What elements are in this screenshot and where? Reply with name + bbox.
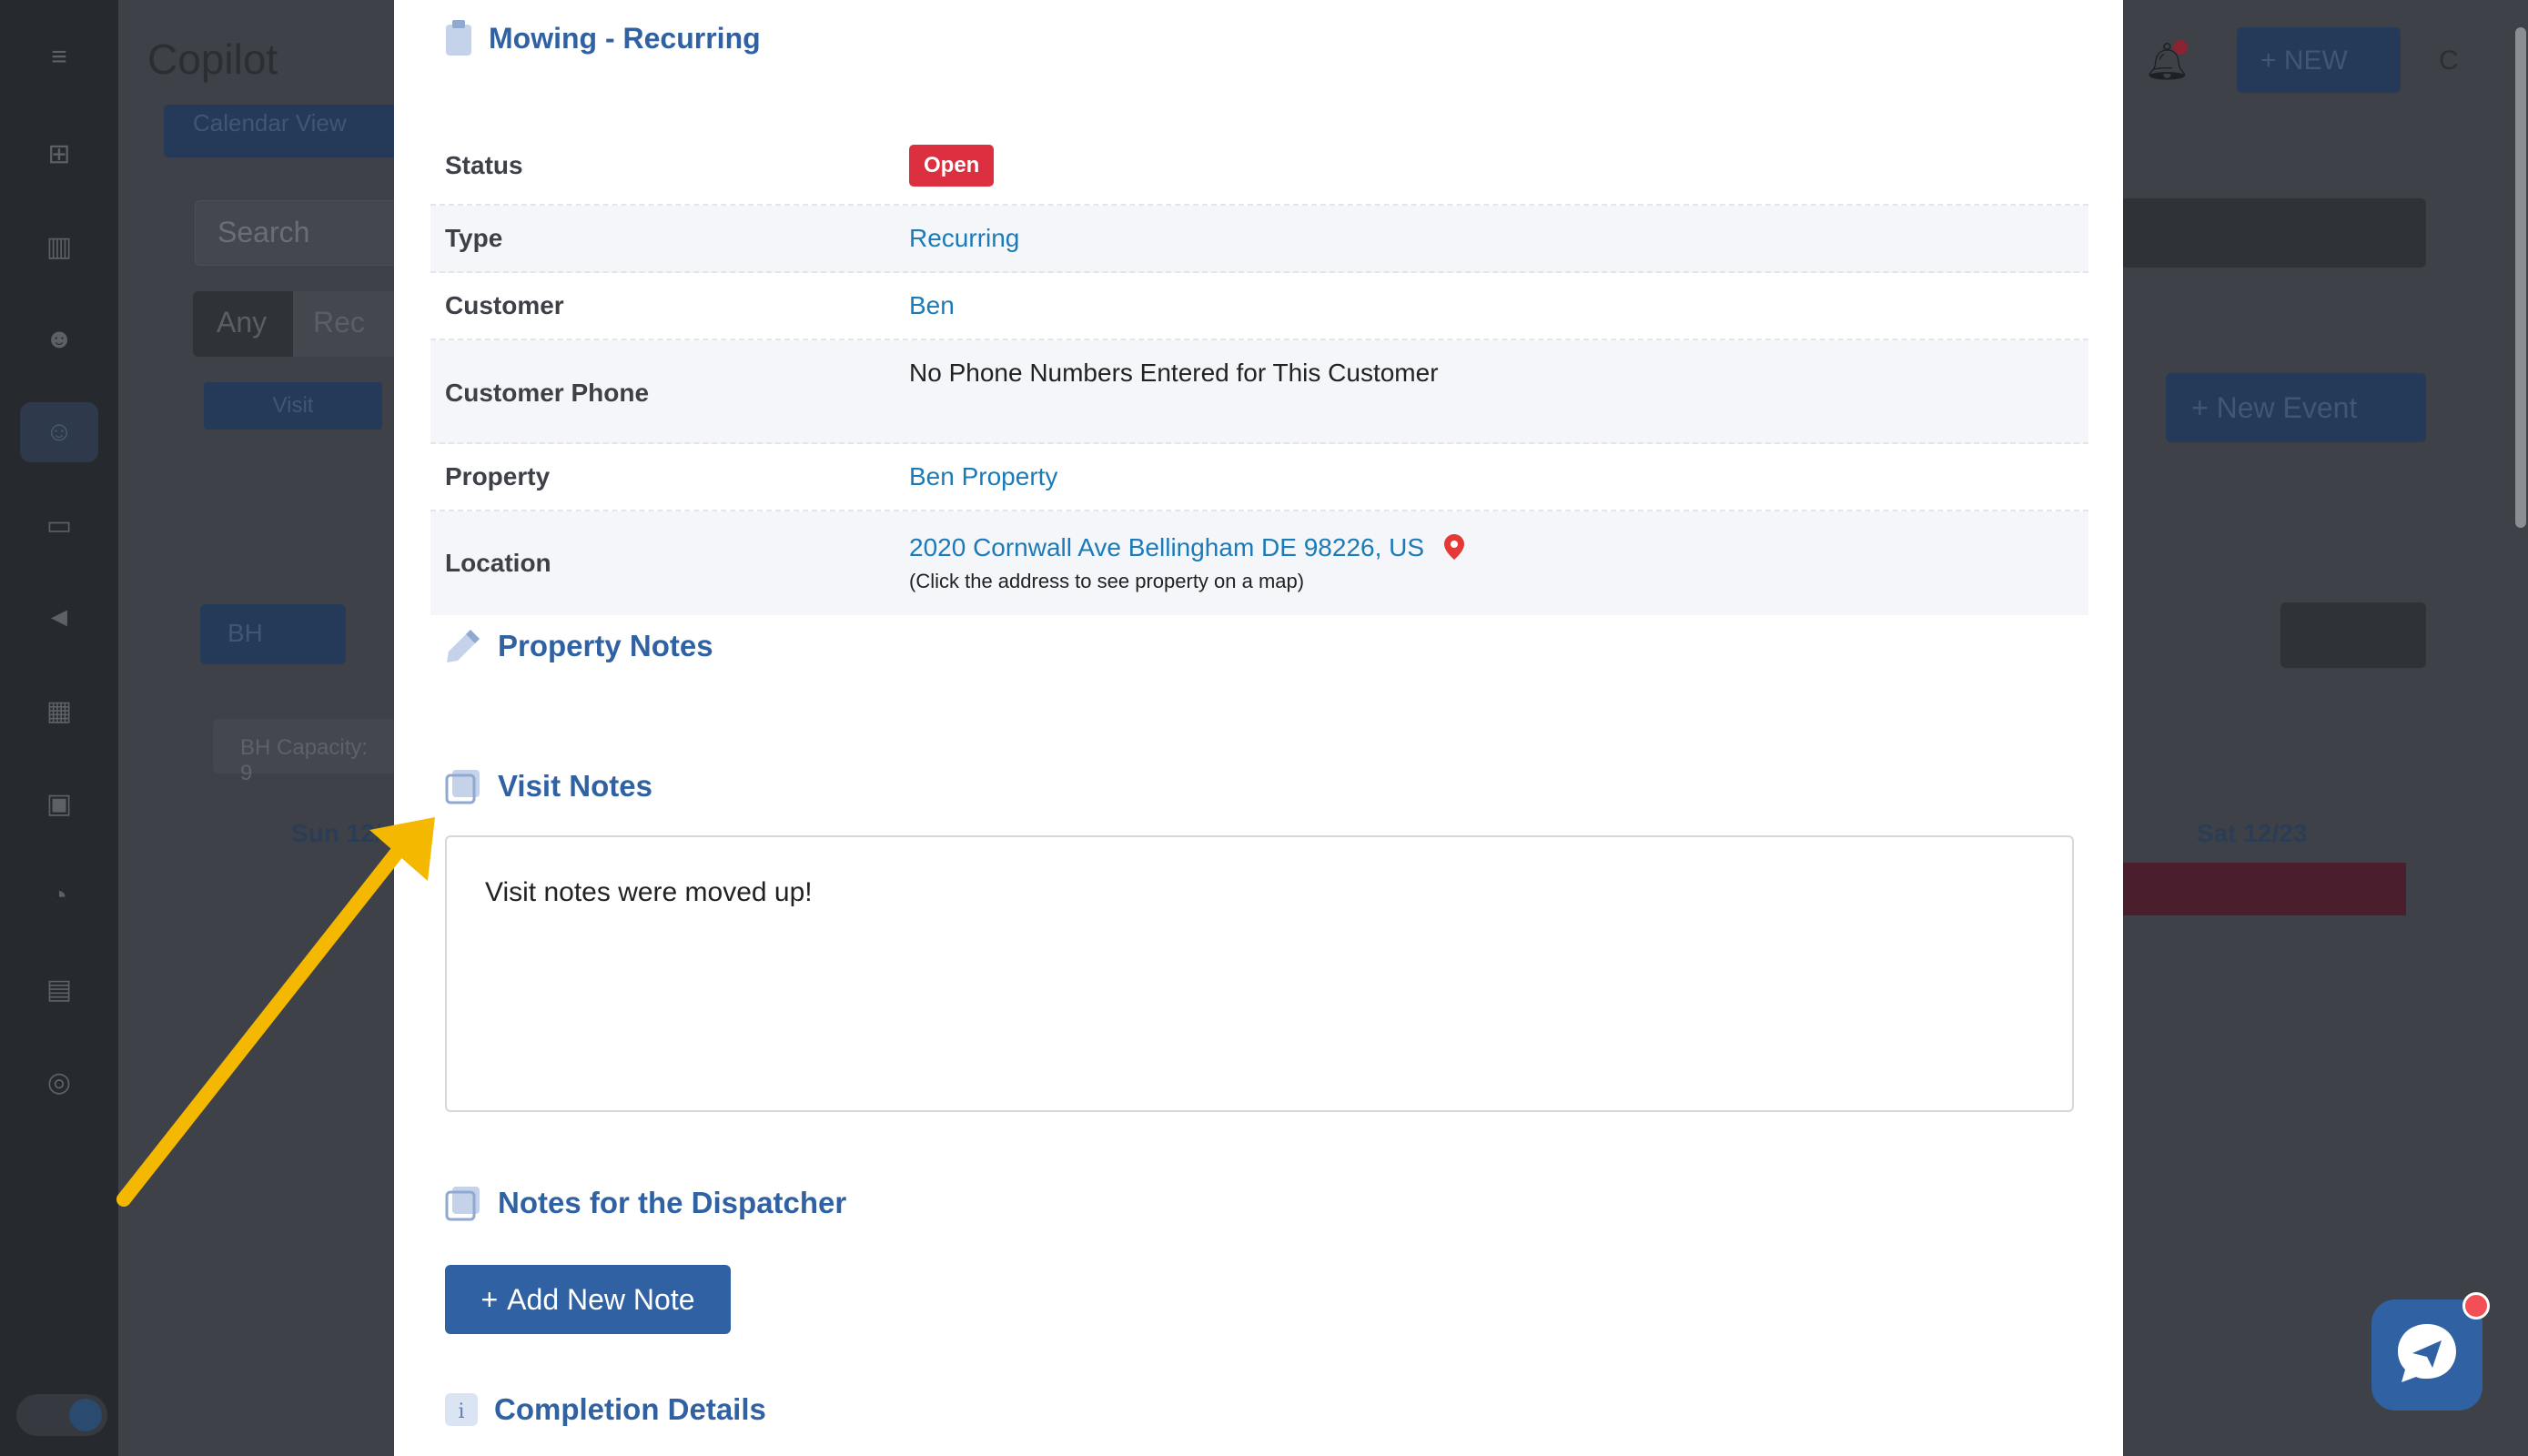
theme-toggle[interactable] bbox=[16, 1394, 107, 1436]
info-icon: i bbox=[445, 1393, 478, 1426]
sidebar: ≡ ⊞ ▥ ☻ ☺ ▭ ◄ ▦ ▣ ◔ ▤ ◎ bbox=[0, 0, 118, 1456]
day-header-sun: Sun 12/ bbox=[291, 819, 382, 847]
new-event-label: New Event bbox=[2216, 391, 2358, 424]
property-row: Property Ben Property bbox=[430, 444, 2088, 511]
visit-notes-section: Visit Notes bbox=[445, 768, 652, 804]
scrollbar[interactable] bbox=[2515, 27, 2526, 528]
property-link[interactable]: Ben Property bbox=[909, 462, 1057, 491]
calendar-view-button[interactable]: Calendar View bbox=[164, 105, 410, 157]
location-value: 2020 Cornwall Ave Bellingham DE 98226, U… bbox=[909, 533, 1464, 562]
customer-phone-value: No Phone Numbers Entered for This Custom… bbox=[909, 359, 1439, 387]
location-hint: (Click the address to see property on a … bbox=[909, 570, 1305, 592]
support-icon[interactable]: ◎ bbox=[40, 1063, 78, 1101]
search-input[interactable]: Search bbox=[195, 200, 413, 266]
map-pin-icon[interactable] bbox=[1443, 534, 1464, 560]
capacity-label: BH Capacity: 9 bbox=[213, 719, 404, 785]
dispatcher-notes-section: Notes for the Dispatcher bbox=[445, 1185, 846, 1221]
visit-notes-heading: Visit Notes bbox=[498, 769, 652, 803]
status-badge: Open bbox=[909, 145, 995, 187]
location-label: Location bbox=[445, 549, 551, 577]
view-icon-bar[interactable] bbox=[2120, 198, 2426, 268]
new-event-button[interactable]: + New Event bbox=[2166, 373, 2426, 442]
notification-dot bbox=[2173, 40, 2188, 55]
dispatcher-notes-heading: Notes for the Dispatcher bbox=[498, 1186, 847, 1219]
dashboard-icon[interactable]: ⊞ bbox=[40, 135, 78, 173]
new-button[interactable]: + NEW bbox=[2237, 27, 2401, 93]
details-table: Status Open Type Recurring Customer Ben … bbox=[430, 127, 2088, 615]
visit-chip[interactable]: Visit bbox=[204, 382, 382, 430]
bh-toggle-button[interactable]: BH bbox=[200, 604, 346, 664]
customers-icon[interactable]: ☺ bbox=[20, 402, 98, 462]
filter-any-button[interactable]: Any bbox=[193, 291, 293, 357]
customer-phone-row: Customer Phone No Phone Numbers Entered … bbox=[430, 340, 2088, 444]
customer-phone-label: Customer Phone bbox=[445, 379, 650, 407]
visit-notes-textarea[interactable]: Visit notes were moved up! bbox=[445, 835, 2074, 1112]
property-label: Property bbox=[445, 462, 551, 490]
status-label: Status bbox=[445, 151, 523, 179]
completion-details-section: i Completion Details bbox=[445, 1392, 766, 1427]
type-row: Type Recurring bbox=[430, 206, 2088, 273]
pencil-icon bbox=[445, 628, 481, 664]
book-icon[interactable]: ▭ bbox=[40, 506, 78, 544]
customer-row: Customer Ben bbox=[430, 273, 2088, 340]
sticky-note-icon bbox=[445, 768, 481, 804]
send-icon bbox=[2392, 1319, 2462, 1392]
customer-label: Customer bbox=[445, 291, 564, 319]
type-label: Type bbox=[445, 224, 503, 252]
property-notes-section: Property Notes bbox=[445, 628, 713, 664]
day-header-sat: Sat 12/23 bbox=[2197, 819, 2308, 847]
chat-widget-button[interactable] bbox=[2371, 1299, 2482, 1410]
pie-chart-icon[interactable]: ◔ bbox=[40, 877, 78, 915]
location-row: Location 2020 Cornwall Ave Bellingham DE… bbox=[430, 511, 2088, 615]
team-icon[interactable]: ☻ bbox=[40, 320, 78, 359]
modal-header: Mowing - Recurring bbox=[445, 20, 761, 56]
menu-icon[interactable]: ≡ bbox=[40, 38, 78, 76]
completion-details-heading: Completion Details bbox=[494, 1392, 766, 1426]
calendar-event[interactable] bbox=[2120, 863, 2406, 915]
avatar[interactable]: C bbox=[2439, 35, 2493, 89]
visit-modal: Mowing - Recurring Status Open Type Recu… bbox=[394, 0, 2123, 1456]
svg-text:i: i bbox=[458, 1400, 464, 1423]
modal-title: Mowing - Recurring bbox=[489, 21, 761, 55]
toggle-knob bbox=[69, 1399, 102, 1431]
plus-icon: + bbox=[480, 1282, 499, 1316]
chart-icon[interactable]: ▥ bbox=[40, 228, 78, 266]
status-row: Status Open bbox=[430, 127, 2088, 206]
money-icon[interactable]: ▣ bbox=[40, 784, 78, 823]
chat-notification-dot bbox=[2462, 1292, 2490, 1320]
sticky-note-icon bbox=[445, 1185, 481, 1221]
add-new-note-label: Add New Note bbox=[507, 1282, 695, 1316]
document-icon[interactable]: ▤ bbox=[40, 970, 78, 1008]
clipboard-icon bbox=[445, 20, 472, 56]
property-notes-heading: Property Notes bbox=[498, 629, 713, 662]
calculator-icon[interactable]: ▦ bbox=[40, 692, 78, 730]
calendar-nav[interactable] bbox=[2280, 602, 2426, 668]
megaphone-icon[interactable]: ◄ bbox=[40, 599, 78, 637]
app-title: Copilot bbox=[147, 35, 278, 83]
add-new-note-button[interactable]: + Add New Note bbox=[445, 1265, 731, 1334]
type-link[interactable]: Recurring bbox=[909, 224, 1019, 253]
location-link[interactable]: 2020 Cornwall Ave Bellingham DE 98226, U… bbox=[909, 533, 1424, 561]
customer-link[interactable]: Ben bbox=[909, 291, 955, 320]
